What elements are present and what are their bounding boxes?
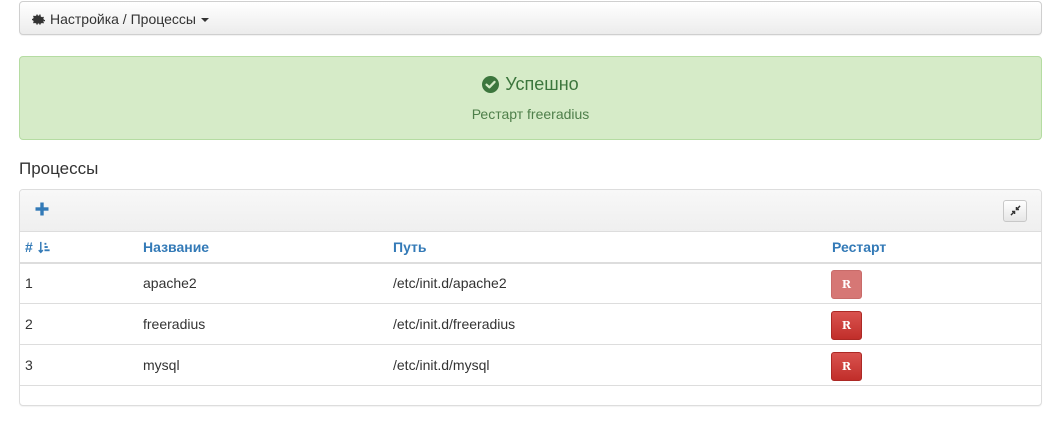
table-header: # Название Путь Рестарт	[20, 231, 1041, 264]
sort-icon	[37, 241, 51, 254]
restart-button[interactable]: R	[831, 311, 862, 340]
column-num[interactable]: #	[25, 239, 51, 255]
row-num: 1	[25, 275, 33, 291]
compress-icon	[1009, 203, 1021, 219]
row-name: freeradius	[143, 316, 206, 332]
success-alert: Успешно Рестарт freeradius	[19, 56, 1042, 140]
column-path[interactable]: Путь	[393, 239, 426, 255]
row-name: apache2	[143, 275, 197, 291]
restart-button[interactable]: R	[831, 352, 862, 381]
breadcrumb: Настройка / Процессы	[19, 1, 1042, 35]
row-name: mysql	[143, 357, 180, 373]
add-icon[interactable]	[35, 202, 49, 216]
processes-panel: # Название Путь Рестарт 1 apache2 /etc/i…	[19, 189, 1042, 406]
alert-message: Рестарт freeradius	[471, 106, 590, 122]
alert-title-text: Успешно	[505, 74, 579, 94]
breadcrumb-label: Настройка / Процессы	[50, 11, 196, 27]
gear-icon	[32, 13, 45, 26]
caret-down-icon	[200, 18, 209, 22]
row-num: 3	[25, 357, 33, 373]
row-path: /etc/init.d/freeradius	[393, 316, 516, 332]
alert-title: Успешно	[20, 74, 1041, 95]
table-row: 2 freeradius /etc/init.d/freeradius R	[20, 304, 1041, 345]
panel-toolbar	[20, 190, 1041, 232]
table-row: 3 mysql /etc/init.d/mysql R	[20, 345, 1041, 386]
row-path: /etc/init.d/apache2	[393, 275, 507, 291]
restart-button[interactable]: R	[831, 270, 862, 299]
row-path: /etc/init.d/mysql	[393, 357, 490, 373]
breadcrumb-dropdown[interactable]: Настройка / Процессы	[32, 10, 209, 28]
table-row: 1 apache2 /etc/init.d/apache2 R	[20, 263, 1041, 304]
column-name[interactable]: Название	[143, 239, 209, 255]
row-num: 2	[25, 316, 33, 332]
compress-button[interactable]	[1003, 200, 1027, 222]
column-restart[interactable]: Рестарт	[832, 239, 886, 255]
check-circle-icon	[482, 76, 500, 93]
section-title: Процессы	[19, 159, 99, 178]
column-num-label: #	[25, 239, 33, 255]
